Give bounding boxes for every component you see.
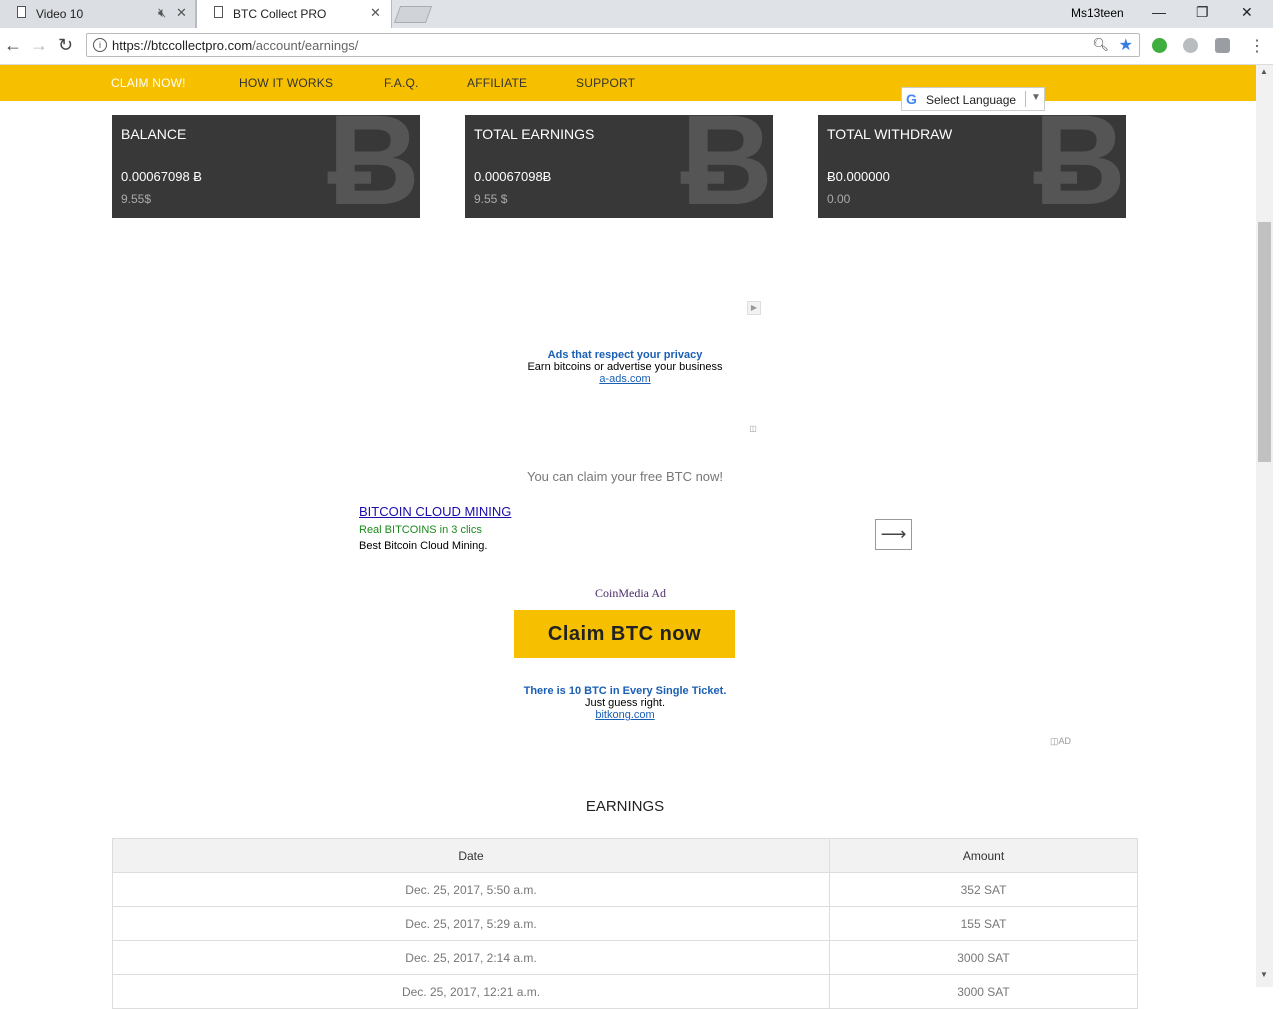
card-title: TOTAL WITHDRAW <box>827 126 953 142</box>
ad-description: Best Bitcoin Cloud Mining. <box>359 540 488 552</box>
address-bar[interactable]: i https://btccollectpro.com/account/earn… <box>86 33 1140 57</box>
site-navbar: CLAIM NOW! HOW IT WORKS F.A.Q. AFFILIATE… <box>0 65 1256 101</box>
bookmark-star-icon[interactable]: ★ <box>1119 35 1133 55</box>
coinmedia-ad-label[interactable]: CoinMedia Ad <box>595 586 666 601</box>
ad-link[interactable]: a-ads.com <box>599 373 650 385</box>
page-icon <box>17 6 26 18</box>
restore-icon[interactable]: ❐ <box>1196 4 1209 21</box>
ad-tagline: Real BITCOINS in 3 clics <box>359 524 482 536</box>
claim-btc-button[interactable]: Claim BTC now <box>514 610 735 658</box>
forward-icon[interactable]: → <box>30 35 48 56</box>
window-close-icon[interactable]: ✕ <box>1241 4 1253 21</box>
scrollbar-thumb[interactable] <box>1258 222 1271 462</box>
total-withdraw-card: Ƀ TOTAL WITHDRAW Ƀ0.000000 0.00 <box>818 115 1126 218</box>
cell-amount: 352 SAT <box>829 872 1138 907</box>
nav-support[interactable]: SUPPORT <box>576 76 635 90</box>
tab-title: Video 10 <box>36 7 84 21</box>
info-icon[interactable]: i <box>93 38 107 52</box>
google-icon: G <box>906 91 917 107</box>
zoom-icon[interactable]: 🔍︎ <box>1092 37 1109 53</box>
total-earnings-card: Ƀ TOTAL EARNINGS 0.00067098Ƀ 9.55 $ <box>465 115 773 218</box>
page-scrollbar[interactable]: ▲ ▼ <box>1256 65 1273 987</box>
balance-card: Ƀ BALANCE 0.00067098 Ƀ 9.55$ <box>112 115 420 218</box>
page-icon <box>214 6 223 18</box>
menu-icon[interactable]: ⋮ <box>1249 36 1265 56</box>
tab-strip: Video 10 🔇︎ ✕ BTC Collect PRO ✕ Ms13teen… <box>0 0 1280 28</box>
arrow-right-icon[interactable]: ⟶ <box>875 519 912 550</box>
close-icon[interactable]: ✕ <box>176 5 187 21</box>
card-value: Ƀ0.000000 <box>827 169 890 184</box>
table-header-row: Date Amount <box>112 838 1138 873</box>
extension-gray-icon[interactable] <box>1183 38 1198 53</box>
cell-amount: 3000 SAT <box>829 974 1138 1009</box>
card-usd: 9.55$ <box>121 192 152 206</box>
minimize-icon[interactable]: — <box>1152 4 1166 20</box>
cell-date: Dec. 25, 2017, 2:14 a.m. <box>112 940 830 975</box>
camera-icon[interactable] <box>1215 38 1230 53</box>
ad-label[interactable]: ◫AD <box>1050 736 1071 747</box>
close-icon[interactable]: ✕ <box>370 5 381 21</box>
cell-date: Dec. 25, 2017, 12:21 a.m. <box>112 974 830 1009</box>
extension-green-icon[interactable] <box>1152 38 1167 53</box>
scroll-down-icon[interactable]: ▼ <box>1260 970 1268 979</box>
bitcoin-icon: Ƀ <box>327 115 420 218</box>
column-header-date: Date <box>112 838 830 873</box>
table-row: Dec. 25, 2017, 2:14 a.m. 3000 SAT <box>112 940 1138 975</box>
table-row: Dec. 25, 2017, 5:29 a.m. 155 SAT <box>112 906 1138 941</box>
nav-affiliate[interactable]: AFFILIATE <box>467 76 527 90</box>
card-usd: 9.55 $ <box>474 192 508 206</box>
tab-btc-collect-pro[interactable]: BTC Collect PRO ✕ <box>196 0 392 28</box>
table-row: Dec. 25, 2017, 5:50 a.m. 352 SAT <box>112 872 1138 907</box>
ad-link[interactable]: BITCOIN CLOUD MINING <box>359 504 511 519</box>
profile-name[interactable]: Ms13teen <box>1071 6 1124 20</box>
ad-block-bitkong[interactable]: There is 10 BTC in Every Single Ticket. … <box>480 685 770 721</box>
url-path: /account/earnings/ <box>252 38 359 53</box>
ad-headline: Ads that respect your privacy <box>547 349 703 361</box>
card-title: BALANCE <box>121 126 187 142</box>
ad-logo-icon[interactable]: ◫ <box>747 423 759 435</box>
cell-amount: 3000 SAT <box>829 940 1138 975</box>
ad-block-privacy[interactable]: Ads that respect your privacy Earn bitco… <box>500 349 750 385</box>
bitcoin-icon: Ƀ <box>680 115 773 218</box>
url-text[interactable]: https://btccollectpro.com/account/earnin… <box>112 38 358 53</box>
card-value: 0.00067098Ƀ <box>474 169 552 184</box>
cell-date: Dec. 25, 2017, 5:50 a.m. <box>112 872 830 907</box>
dropdown-arrow-icon: ▼ <box>1031 92 1041 103</box>
mute-icon[interactable]: 🔇︎ <box>158 5 166 21</box>
tab-video-10[interactable]: Video 10 🔇︎ ✕ <box>0 0 196 28</box>
ad-link[interactable]: bitkong.com <box>595 709 654 721</box>
reload-icon[interactable]: ↻ <box>58 35 73 56</box>
ad-text: Just guess right. <box>584 697 666 709</box>
card-title: TOTAL EARNINGS <box>474 126 595 142</box>
nav-faq[interactable]: F.A.Q. <box>384 76 419 90</box>
claim-message: You can claim your free BTC now! <box>526 469 724 484</box>
ad-headline: There is 10 BTC in Every Single Ticket. <box>523 685 727 697</box>
earnings-title: EARNINGS <box>585 798 665 815</box>
earnings-table: Date Amount Dec. 25, 2017, 5:50 a.m. 352… <box>112 838 1138 1009</box>
bitcoin-icon: Ƀ <box>1033 115 1126 218</box>
card-value: 0.00067098 Ƀ <box>121 169 202 184</box>
nav-claim-now[interactable]: CLAIM NOW! <box>111 76 186 90</box>
cell-date: Dec. 25, 2017, 5:29 a.m. <box>112 906 830 941</box>
card-usd: 0.00 <box>827 192 851 206</box>
ad-text: Earn bitcoins or advertise your business <box>527 361 723 373</box>
new-tab-button[interactable] <box>393 6 433 23</box>
browser-toolbar: ← → ↻ i https://btccollectpro.com/accoun… <box>0 28 1280 65</box>
back-icon[interactable]: ← <box>4 35 22 56</box>
scroll-up-icon[interactable]: ▲ <box>1260 67 1268 76</box>
language-select[interactable]: G Select Language ▼ <box>901 87 1045 111</box>
table-row: Dec. 25, 2017, 12:21 a.m. 3000 SAT <box>112 974 1138 1009</box>
nav-how-it-works[interactable]: HOW IT WORKS <box>239 76 333 90</box>
cell-amount: 155 SAT <box>829 906 1138 941</box>
column-header-amount: Amount <box>829 838 1138 873</box>
tab-title: BTC Collect PRO <box>233 7 327 21</box>
ad-play-icon[interactable]: ▶ <box>747 301 761 315</box>
ad-label-text: AD <box>1058 736 1072 746</box>
url-host: https://btccollectpro.com <box>112 38 253 53</box>
language-select-label: Select Language <box>926 93 1017 107</box>
window-edge <box>1273 0 1280 987</box>
divider <box>1025 91 1026 107</box>
